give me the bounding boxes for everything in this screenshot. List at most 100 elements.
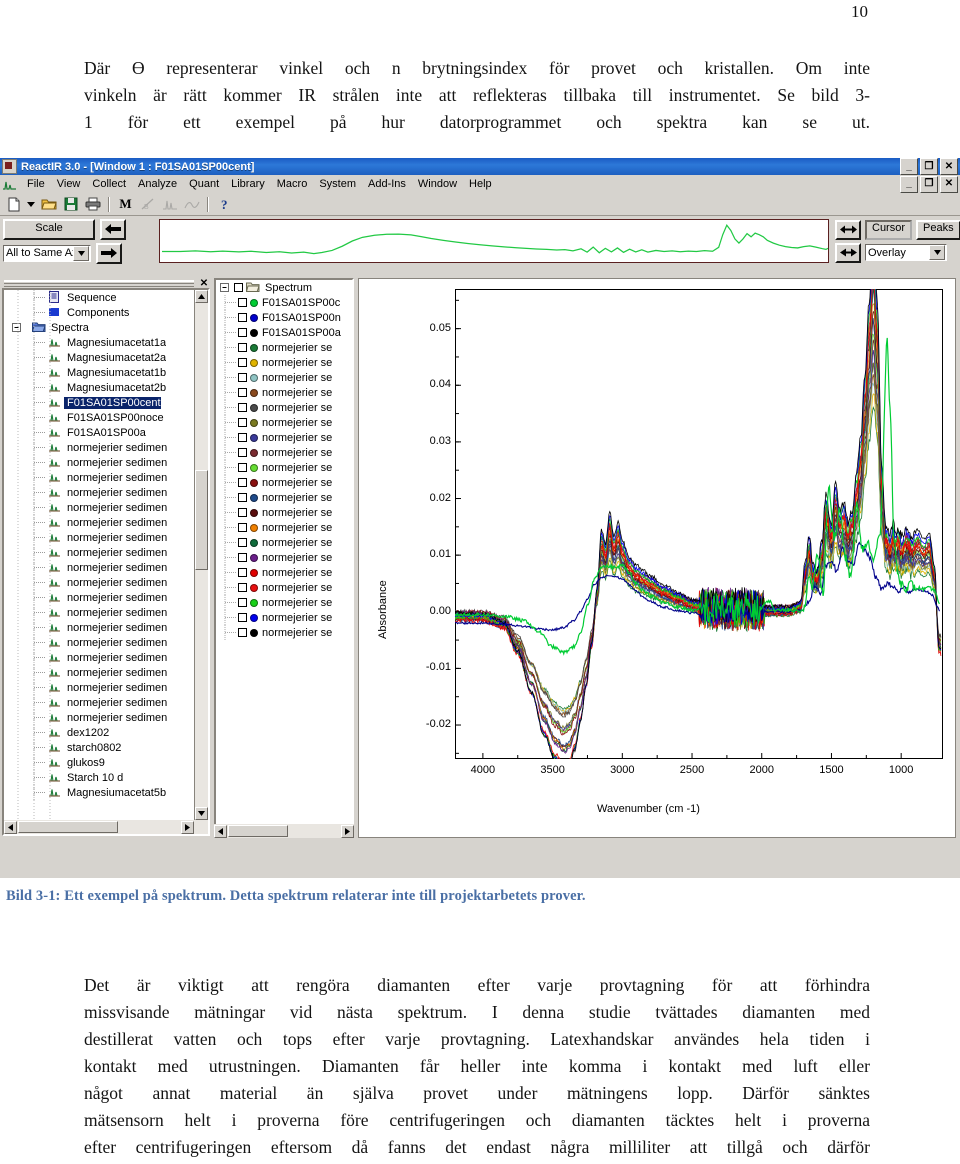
spectrum-list-item[interactable]: normejerier se bbox=[216, 445, 352, 460]
spectrum-item-checkbox[interactable] bbox=[238, 568, 247, 577]
tree-item[interactable]: normejerier sedimen bbox=[4, 635, 195, 650]
spectrum-item-checkbox[interactable] bbox=[238, 478, 247, 487]
tree-item[interactable]: normejerier sedimen bbox=[4, 695, 195, 710]
menu-collect[interactable]: Collect bbox=[86, 177, 132, 191]
spectrum-list-item[interactable]: normejerier se bbox=[216, 355, 352, 370]
tree-vertical-scrollbar[interactable] bbox=[194, 290, 208, 820]
tree-item[interactable]: Spectra bbox=[4, 320, 195, 335]
spectrum-list-item[interactable]: normejerier se bbox=[216, 430, 352, 445]
spectrum-list-item[interactable]: F01SA01SP00c bbox=[216, 295, 352, 310]
tree-item[interactable]: normejerier sedimen bbox=[4, 680, 195, 695]
tree-item[interactable]: normejerier sedimen bbox=[4, 665, 195, 680]
tree-item[interactable]: normejerier sedimen bbox=[4, 440, 195, 455]
menu-addins[interactable]: Add-Ins bbox=[362, 177, 412, 191]
close-button[interactable]: ✕ bbox=[940, 158, 958, 175]
spectrum-list-item[interactable]: normejerier se bbox=[216, 625, 352, 640]
tree-item[interactable]: Magnesiumacetat5b bbox=[4, 785, 195, 800]
menu-quant[interactable]: Quant bbox=[183, 177, 225, 191]
spectrum-list-item[interactable]: normejerier se bbox=[216, 490, 352, 505]
spectra-tree-list[interactable]: Sequence Components Spectra Magnesiumacetat… bbox=[4, 290, 195, 820]
spectrum-item-checkbox[interactable] bbox=[238, 388, 247, 397]
scroll-left-button[interactable] bbox=[4, 820, 17, 834]
tree-item[interactable]: normejerier sedimen bbox=[4, 500, 195, 515]
tree-item[interactable]: normejerier sedimen bbox=[4, 515, 195, 530]
tree-item[interactable]: Components bbox=[4, 305, 195, 320]
tree-scroll-thumb[interactable] bbox=[195, 470, 208, 570]
spectrum-item-checkbox[interactable] bbox=[238, 628, 247, 637]
spectrum-list-item[interactable]: normejerier se bbox=[216, 370, 352, 385]
cursor-button[interactable]: Cursor bbox=[865, 219, 913, 240]
tree-item[interactable]: F01SA01SP00noce bbox=[4, 410, 195, 425]
menu-file[interactable]: File bbox=[21, 177, 51, 191]
tree-item[interactable]: F01SA01SP00cent bbox=[4, 395, 195, 410]
new-document-icon[interactable] bbox=[4, 195, 23, 213]
minimize-button[interactable]: _ bbox=[900, 158, 918, 175]
spectrum-item-checkbox[interactable] bbox=[238, 313, 247, 322]
spectrum-item-checkbox[interactable] bbox=[238, 583, 247, 592]
tree-item[interactable]: Sequence bbox=[4, 290, 195, 305]
tree-item[interactable]: normejerier sedimen bbox=[4, 620, 195, 635]
menu-window[interactable]: Window bbox=[412, 177, 463, 191]
collapse-both-arrows-button[interactable] bbox=[835, 242, 861, 263]
mdi-close-button[interactable]: ✕ bbox=[940, 175, 958, 193]
mdi-minimize-button[interactable]: _ bbox=[900, 175, 918, 193]
overview-mini-plot[interactable] bbox=[159, 219, 829, 263]
spectrum-root-row[interactable]: Spectrum bbox=[216, 280, 352, 295]
spectrum-item-checkbox[interactable] bbox=[238, 358, 247, 367]
spectrum-item-checkbox[interactable] bbox=[238, 343, 247, 352]
tree-item[interactable]: F01SA01SP00a bbox=[4, 425, 195, 440]
tree-item[interactable]: Magnesiumacetat1b bbox=[4, 365, 195, 380]
menu-help[interactable]: Help bbox=[463, 177, 498, 191]
tree-item[interactable]: normejerier sedimen bbox=[4, 650, 195, 665]
scale-button[interactable]: Scale bbox=[3, 218, 95, 240]
open-folder-icon[interactable] bbox=[39, 195, 58, 213]
chevron-down-icon[interactable] bbox=[73, 245, 89, 261]
spectrum-item-checkbox[interactable] bbox=[238, 508, 247, 517]
tree-item[interactable]: normejerier sedimen bbox=[4, 710, 195, 725]
spectrum-horizontal-scrollbar[interactable] bbox=[214, 824, 354, 838]
tree-item[interactable]: Magnesiumacetat2a bbox=[4, 350, 195, 365]
peaks-button[interactable]: Peaks bbox=[916, 219, 960, 240]
spectrum-root-checkbox[interactable] bbox=[234, 283, 243, 292]
save-icon[interactable] bbox=[61, 195, 80, 213]
menu-system[interactable]: System bbox=[313, 177, 362, 191]
spectrum-list-item[interactable]: normejerier se bbox=[216, 415, 352, 430]
expand-both-arrows-button[interactable] bbox=[835, 219, 861, 240]
menu-library[interactable]: Library bbox=[225, 177, 271, 191]
tree-expander[interactable] bbox=[216, 280, 234, 295]
spectrum-chart-panel[interactable]: Absorbance 0.05 0.04 0.03 0.02 0.01 0.00 -0.01… bbox=[358, 278, 956, 838]
m-icon[interactable]: M bbox=[116, 195, 135, 213]
tree-item[interactable]: Starch 10 d bbox=[4, 770, 195, 785]
tree-item[interactable]: starch0802 bbox=[4, 740, 195, 755]
scroll-down-button[interactable] bbox=[195, 807, 208, 820]
spectrum-item-checkbox[interactable] bbox=[238, 448, 247, 457]
tree-item[interactable]: normejerier sedimen bbox=[4, 560, 195, 575]
tree-item[interactable]: normejerier sedimen bbox=[4, 590, 195, 605]
spectrum-scroll-left-button[interactable] bbox=[214, 824, 227, 838]
close-icon[interactable]: ✕ bbox=[198, 278, 210, 289]
spectrum-scroll-right-button[interactable] bbox=[341, 824, 354, 838]
spectrum-item-checkbox[interactable] bbox=[238, 613, 247, 622]
next-spectrum-button[interactable] bbox=[96, 242, 122, 264]
spectrum-item-checkbox[interactable] bbox=[238, 433, 247, 442]
spectrum-item-checkbox[interactable] bbox=[238, 553, 247, 562]
tree-item[interactable]: glukos9 bbox=[4, 755, 195, 770]
tree-item[interactable]: normejerier sedimen bbox=[4, 545, 195, 560]
spectrum-list-item[interactable]: normejerier se bbox=[216, 475, 352, 490]
menu-macro[interactable]: Macro bbox=[271, 177, 314, 191]
spectrum-list-item[interactable]: normejerier se bbox=[216, 610, 352, 625]
spectrum-list-item[interactable]: normejerier se bbox=[216, 520, 352, 535]
spectrum-item-checkbox[interactable] bbox=[238, 463, 247, 472]
tree-item[interactable]: normejerier sedimen bbox=[4, 470, 195, 485]
menu-analyze[interactable]: Analyze bbox=[132, 177, 183, 191]
dropdown-arrow-icon[interactable] bbox=[26, 195, 36, 213]
spectrum-list-item[interactable]: normejerier se bbox=[216, 340, 352, 355]
mdi-restore-button[interactable]: ❐ bbox=[920, 175, 938, 193]
previous-spectrum-button[interactable] bbox=[100, 218, 126, 240]
scroll-up-button[interactable] bbox=[195, 290, 208, 303]
help-icon[interactable]: ? bbox=[215, 195, 234, 213]
spectrum-list-item[interactable]: normejerier se bbox=[216, 550, 352, 565]
spectrum-list-item[interactable]: normejerier se bbox=[216, 385, 352, 400]
spectrum-item-checkbox[interactable] bbox=[238, 418, 247, 427]
spectrum-item-checkbox[interactable] bbox=[238, 328, 247, 337]
